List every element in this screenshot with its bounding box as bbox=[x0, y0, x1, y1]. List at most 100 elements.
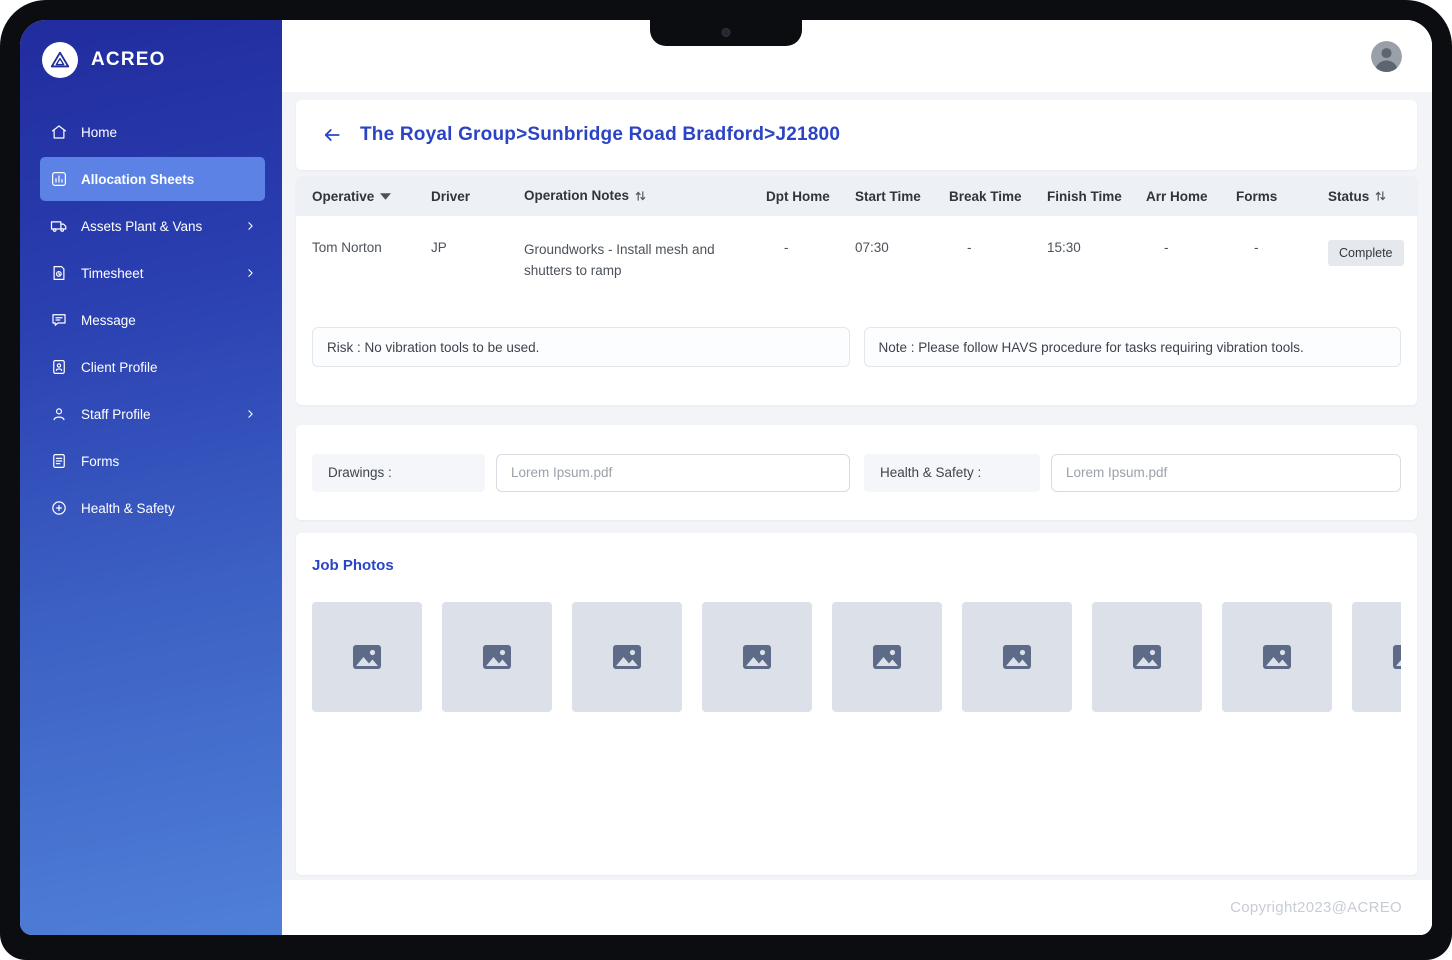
sidebar-item-health-safety[interactable]: Health & Safety bbox=[40, 486, 265, 530]
job-photos-row bbox=[312, 602, 1401, 712]
brand-name: ACREO bbox=[91, 49, 166, 70]
health-safety-file-input[interactable] bbox=[1051, 453, 1401, 492]
column-label: Arr Home bbox=[1146, 188, 1208, 204]
chevron-right-icon bbox=[244, 267, 257, 280]
image-icon bbox=[353, 645, 381, 669]
table-row[interactable]: Tom Norton JP Groundworks - Install mesh… bbox=[296, 216, 1417, 327]
chevron-right-icon bbox=[244, 408, 257, 421]
image-icon bbox=[483, 645, 511, 669]
caret-down-icon bbox=[380, 192, 392, 200]
job-photos-card: Job Photos bbox=[296, 533, 1417, 875]
sidebar-item-label: Assets Plant & Vans bbox=[81, 218, 203, 234]
job-photos-title: Job Photos bbox=[312, 557, 394, 574]
image-icon bbox=[613, 645, 641, 669]
sidebar-item-staff-profile[interactable]: Staff Profile bbox=[40, 392, 265, 436]
drawings-file-input[interactable] bbox=[496, 453, 850, 492]
back-button[interactable] bbox=[322, 125, 342, 145]
sidebar-item-allocation-sheets[interactable]: Allocation Sheets bbox=[40, 157, 265, 201]
user-avatar[interactable] bbox=[1371, 40, 1402, 72]
column-label: Status bbox=[1328, 188, 1370, 204]
column-label: Finish Time bbox=[1047, 188, 1122, 204]
sidebar-item-forms[interactable]: Forms bbox=[40, 439, 265, 483]
job-photo-placeholder[interactable] bbox=[1352, 602, 1401, 712]
column-header-status[interactable]: Status bbox=[1328, 189, 1401, 204]
job-photo-placeholder[interactable] bbox=[312, 602, 422, 712]
device-frame: ACREO Home Allocation Sheets Assets Plan… bbox=[0, 0, 1452, 960]
sidebar-item-label: Message bbox=[81, 312, 136, 328]
column-label: Operative bbox=[312, 188, 375, 204]
breadcrumb: The Royal Group>Sunbridge Road Bradford>… bbox=[360, 124, 841, 145]
image-icon bbox=[1393, 645, 1401, 669]
image-icon bbox=[743, 645, 771, 669]
column-label: Start Time bbox=[855, 188, 921, 204]
sidebar-item-label: Home bbox=[81, 124, 118, 140]
camera-icon bbox=[721, 28, 731, 37]
client-profile-icon bbox=[50, 358, 68, 376]
column-header-arr-home[interactable]: Arr Home bbox=[1146, 189, 1236, 204]
job-photo-placeholder[interactable] bbox=[702, 602, 812, 712]
cell-arr-home: - bbox=[1164, 240, 1169, 255]
job-photo-placeholder[interactable] bbox=[832, 602, 942, 712]
image-icon bbox=[1133, 645, 1161, 669]
sidebar-item-label: Timesheet bbox=[81, 265, 144, 281]
cell-finish-time: 15:30 bbox=[1047, 240, 1081, 255]
allocation-table-card: Operative Driver Operation Notes Dpt Hom… bbox=[296, 176, 1417, 405]
chevron-right-icon bbox=[244, 220, 257, 233]
sidebar-item-label: Forms bbox=[81, 453, 120, 469]
table-header-row: Operative Driver Operation Notes Dpt Hom… bbox=[296, 176, 1417, 216]
forms-icon bbox=[50, 452, 68, 470]
sidebar-item-timesheet[interactable]: Timesheet bbox=[40, 251, 265, 295]
cell-operation-notes: Groundworks - Install mesh and shutters … bbox=[524, 242, 715, 278]
page: ACREO Home Allocation Sheets Assets Plan… bbox=[0, 0, 1452, 960]
sidebar-item-label: Health & Safety bbox=[81, 500, 175, 516]
cell-driver: JP bbox=[431, 240, 447, 255]
cell-dpt-home: - bbox=[784, 240, 789, 255]
sidebar-item-assets-plant-vans[interactable]: Assets Plant & Vans bbox=[40, 204, 265, 248]
sort-icon bbox=[1376, 191, 1386, 201]
truck-icon bbox=[50, 217, 68, 235]
camera-housing bbox=[650, 20, 802, 46]
sidebar-item-label: Client Profile bbox=[81, 359, 158, 375]
job-photo-placeholder[interactable] bbox=[442, 602, 552, 712]
job-photo-placeholder[interactable] bbox=[962, 602, 1072, 712]
havs-note: Note : Please follow HAVS procedure for … bbox=[863, 327, 1401, 367]
acreo-logo-icon bbox=[42, 42, 78, 78]
home-icon bbox=[50, 123, 68, 141]
column-header-operation-notes[interactable]: Operation Notes bbox=[524, 186, 766, 207]
cell-break-time: - bbox=[967, 240, 972, 255]
app-window: ACREO Home Allocation Sheets Assets Plan… bbox=[20, 20, 1432, 935]
job-photo-placeholder[interactable] bbox=[1092, 602, 1202, 712]
cell-status: Complete bbox=[1328, 240, 1404, 266]
image-icon bbox=[1263, 645, 1291, 669]
topbar bbox=[282, 20, 1432, 92]
attachments-card: Drawings : Health & Safety : bbox=[296, 425, 1417, 520]
sidebar-item-client-profile[interactable]: Client Profile bbox=[40, 345, 265, 389]
sort-icon bbox=[635, 191, 646, 201]
column-header-forms[interactable]: Forms bbox=[1236, 189, 1328, 204]
allocation-sheets-icon bbox=[50, 170, 68, 188]
column-header-dpt-home[interactable]: Dpt Home bbox=[766, 189, 855, 204]
brand: ACREO bbox=[20, 20, 282, 102]
message-icon bbox=[50, 311, 68, 329]
breadcrumb-card: The Royal Group>Sunbridge Road Bradford>… bbox=[296, 100, 1417, 170]
column-label: Driver bbox=[431, 188, 471, 204]
sidebar-item-label: Allocation Sheets bbox=[81, 171, 195, 187]
job-photo-placeholder[interactable] bbox=[572, 602, 682, 712]
status-badge: Complete bbox=[1328, 240, 1404, 266]
column-header-break-time[interactable]: Break Time bbox=[949, 189, 1047, 204]
column-header-finish-time[interactable]: Finish Time bbox=[1047, 189, 1146, 204]
sidebar-item-message[interactable]: Message bbox=[40, 298, 265, 342]
notes-row: Risk : No vibration tools to be used. No… bbox=[312, 327, 1401, 367]
column-label: Dpt Home bbox=[766, 188, 830, 204]
sidebar-item-home[interactable]: Home bbox=[40, 110, 265, 154]
cell-start-time: 07:30 bbox=[855, 240, 889, 255]
footer: Copyright2023@ACREO bbox=[282, 880, 1432, 935]
sidebar-menu: Home Allocation Sheets Assets Plant & Va… bbox=[20, 102, 282, 530]
column-header-operative[interactable]: Operative bbox=[312, 189, 431, 204]
column-header-start-time[interactable]: Start Time bbox=[855, 189, 949, 204]
copyright-text: Copyright2023@ACREO bbox=[1230, 899, 1402, 916]
content-area: The Royal Group>Sunbridge Road Bradford>… bbox=[282, 92, 1432, 880]
job-photo-placeholder[interactable] bbox=[1222, 602, 1332, 712]
column-header-driver[interactable]: Driver bbox=[431, 189, 524, 204]
sidebar-item-label: Staff Profile bbox=[81, 406, 151, 422]
